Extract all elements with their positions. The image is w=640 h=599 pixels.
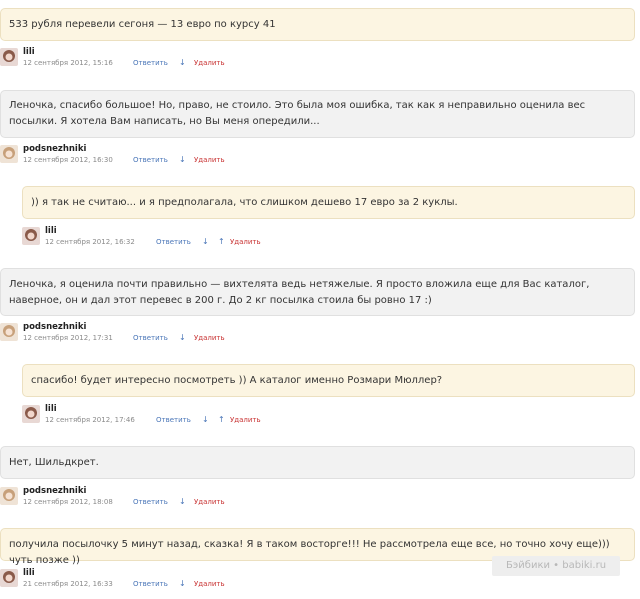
comment-date: 12 сентября 2012, 17:46 [45, 416, 135, 424]
avatar[interactable] [0, 323, 18, 341]
avatar[interactable] [0, 48, 18, 66]
arrow-down-icon[interactable]: ↓ [202, 237, 209, 246]
avatar[interactable] [22, 405, 40, 423]
reply-link[interactable]: Ответить [156, 238, 191, 246]
comment-date: 12 сентября 2012, 16:32 [45, 238, 135, 246]
delete-link[interactable]: Удалить [230, 416, 261, 424]
reply-link[interactable]: Ответить [133, 580, 168, 588]
comment-author[interactable]: podsnezhniki [23, 486, 86, 496]
avatar[interactable] [0, 569, 18, 587]
arrow-down-icon[interactable]: ↓ [179, 333, 186, 342]
comment-author[interactable]: lili [23, 47, 35, 57]
comment-text: спасибо! будет интересно посмотреть )) А… [31, 375, 443, 386]
avatar[interactable] [0, 145, 18, 163]
comment-author[interactable]: podsnezhniki [23, 144, 86, 154]
delete-link[interactable]: Удалить [194, 498, 225, 506]
comment-author[interactable]: podsnezhniki [23, 322, 86, 332]
comment-bubble: )) я так не считаю... и я предполагала, … [22, 186, 635, 219]
reply-link[interactable]: Ответить [133, 59, 168, 67]
comment-text: )) я так не считаю... и я предполагала, … [31, 197, 458, 208]
comment-bubble: спасибо! будет интересно посмотреть )) А… [22, 364, 635, 397]
comment-bubble: Нет, Шильдкрет. [0, 446, 635, 479]
arrow-down-icon[interactable]: ↓ [179, 155, 186, 164]
comment-text: Леночка, спасибо большое! Но, право, не … [9, 100, 586, 127]
avatar[interactable] [22, 227, 40, 245]
comment-date: 12 сентября 2012, 18:08 [23, 498, 113, 506]
comment-author[interactable]: lili [23, 568, 35, 578]
comment-bubble: Леночка, я оценила почти правильно — вих… [0, 268, 635, 316]
reply-link[interactable]: Ответить [133, 498, 168, 506]
comment-date: 21 сентября 2012, 16:33 [23, 580, 113, 588]
comment-text: Нет, Шильдкрет. [9, 457, 99, 468]
avatar[interactable] [0, 487, 18, 505]
arrow-down-icon[interactable]: ↓ [179, 497, 186, 506]
comment-text: 533 рубля перевели сегоня — 13 евро по к… [9, 19, 276, 30]
comment-date: 12 сентября 2012, 16:30 [23, 156, 113, 164]
comment-date: 12 сентября 2012, 15:16 [23, 59, 113, 67]
watermark: Бэйбики • babiki.ru [492, 556, 620, 576]
comment-bubble: 533 рубля перевели сегоня — 13 евро по к… [0, 8, 635, 41]
arrow-down-icon[interactable]: ↓ [179, 58, 186, 67]
comment-text: Леночка, я оценила почти правильно — вих… [9, 279, 590, 306]
arrow-down-icon[interactable]: ↓ [202, 415, 209, 424]
comment-bubble: Леночка, спасибо большое! Но, право, не … [0, 90, 635, 138]
delete-link[interactable]: Удалить [194, 156, 225, 164]
reply-link[interactable]: Ответить [133, 334, 168, 342]
comment-author[interactable]: lili [45, 404, 57, 414]
delete-link[interactable]: Удалить [194, 59, 225, 67]
delete-link[interactable]: Удалить [194, 580, 225, 588]
reply-link[interactable]: Ответить [133, 156, 168, 164]
delete-link[interactable]: Удалить [194, 334, 225, 342]
arrow-up-icon[interactable]: ↑ [218, 415, 225, 424]
comment-date: 12 сентября 2012, 17:31 [23, 334, 113, 342]
arrow-down-icon[interactable]: ↓ [179, 579, 186, 588]
reply-link[interactable]: Ответить [156, 416, 191, 424]
delete-link[interactable]: Удалить [230, 238, 261, 246]
comment-author[interactable]: lili [45, 226, 57, 236]
arrow-up-icon[interactable]: ↑ [218, 237, 225, 246]
